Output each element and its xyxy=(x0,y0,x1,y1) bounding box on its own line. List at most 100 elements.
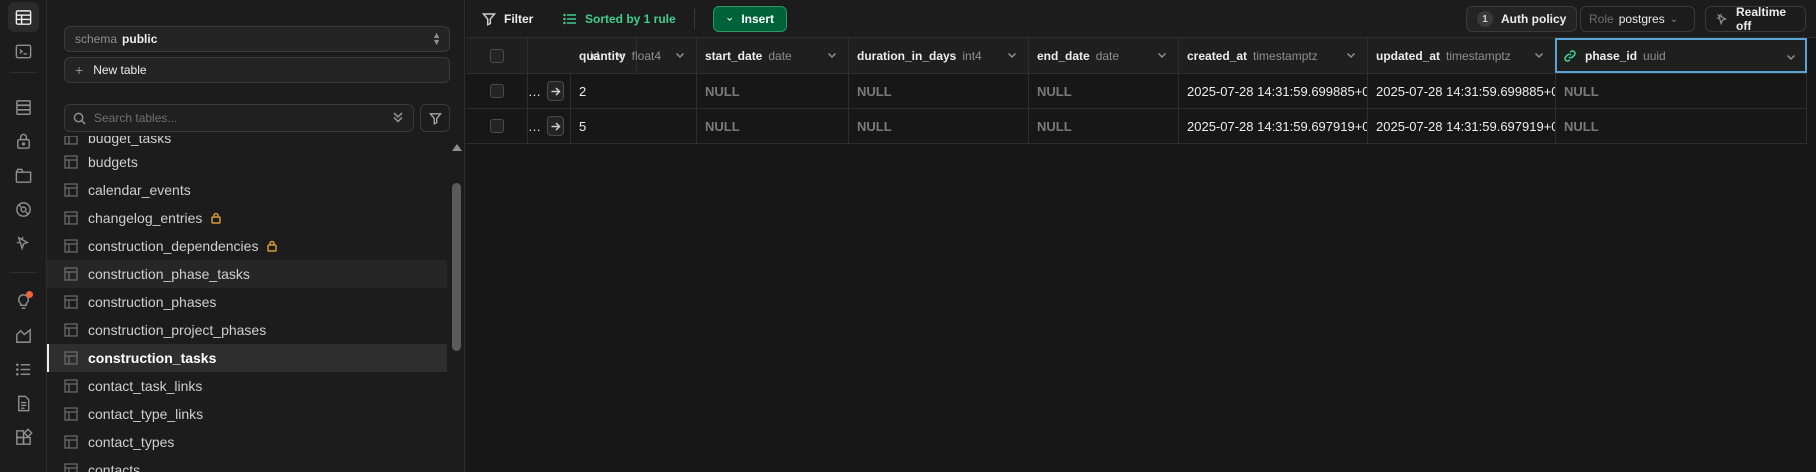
table-name: construction_phase_tasks xyxy=(88,266,250,282)
filter-button[interactable]: Filter xyxy=(474,6,541,32)
end-date-cell[interactable]: NULL xyxy=(1029,74,1179,108)
table-item-selected[interactable]: construction_tasks xyxy=(47,344,447,372)
created-at-cell[interactable]: 2025-07-28 14:31:59.699885+00 xyxy=(1179,74,1368,108)
storage-icon[interactable] xyxy=(8,160,39,190)
row-checkbox[interactable] xyxy=(489,84,504,98)
column-header-created-at[interactable]: created_at timestamptz xyxy=(1179,38,1368,73)
chevron-down-icon[interactable] xyxy=(1006,49,1018,61)
database-icon[interactable] xyxy=(8,92,39,122)
table-item[interactable]: budgets xyxy=(47,148,447,176)
new-table-label: New table xyxy=(93,63,147,77)
table-icon xyxy=(64,239,78,253)
column-type: uuid xyxy=(1643,48,1666,63)
table-name: contact_type_links xyxy=(88,406,204,422)
table-icon xyxy=(64,351,78,365)
column-type: timestamptz xyxy=(1253,48,1318,63)
duration-cell[interactable]: NULL xyxy=(849,74,1029,108)
collapse-chevrons-icon[interactable] xyxy=(391,110,407,126)
column-type: int4 xyxy=(962,48,982,63)
table-item[interactable]: contact_type_links xyxy=(47,400,447,428)
chevron-down-icon[interactable] xyxy=(826,49,838,61)
duration-cell[interactable]: NULL xyxy=(849,109,1029,143)
role-selector[interactable]: Role postgres ⌄ xyxy=(1580,6,1695,32)
auth-policy-button[interactable]: 1 Auth policy xyxy=(1466,6,1578,32)
table-name: changelog_entries xyxy=(88,210,203,226)
table-name: construction_tasks xyxy=(88,350,217,366)
table-item[interactable]: contacts xyxy=(47,456,447,472)
scroll-thumb[interactable] xyxy=(452,183,461,351)
quantity-cell[interactable]: 5 xyxy=(571,109,697,143)
realtime-icon[interactable] xyxy=(8,228,39,258)
created-at-cell[interactable]: 2025-07-28 14:31:59.697919+00 xyxy=(1179,109,1368,143)
quantity-cell[interactable]: 2 xyxy=(571,74,697,108)
start-date-cell[interactable]: NULL xyxy=(697,109,849,143)
lock-icon xyxy=(266,240,278,252)
sort-button[interactable]: Sorted by 1 rule xyxy=(555,6,684,32)
chevron-down-icon[interactable] xyxy=(1156,49,1168,61)
start-date-cell[interactable]: NULL xyxy=(697,74,849,108)
scroll-up-arrow-icon[interactable] xyxy=(452,144,462,151)
id-cell[interactable]: … xyxy=(528,74,571,108)
advisors-icon[interactable] xyxy=(8,286,39,316)
table-item[interactable]: changelog_entries xyxy=(47,204,447,232)
plus-icon: + xyxy=(75,62,84,78)
table-list: budget_tasks budgets calendar_events cha… xyxy=(47,136,447,472)
table-icon xyxy=(64,407,78,421)
updated-at-cell[interactable]: 2025-07-28 14:31:59.697919+00 xyxy=(1368,109,1556,143)
realtime-toggle-button[interactable]: Realtime off xyxy=(1705,5,1806,33)
schema-label: schema xyxy=(75,32,118,46)
column-header-duration-in-days[interactable]: duration_in_days int4 xyxy=(849,38,1029,73)
table-item[interactable]: construction_phase_tasks xyxy=(47,260,447,288)
column-header-phase-id[interactable]: phase_id uuid xyxy=(1555,38,1807,73)
table-row[interactable]: … 2 NULL NULL NULL 2025-07-28 14:31:59.6… xyxy=(466,74,1807,109)
chevron-down-icon[interactable] xyxy=(1533,49,1545,61)
logs-icon[interactable] xyxy=(8,354,39,384)
table-row[interactable]: … 5 NULL NULL NULL 2025-07-28 14:31:59.6… xyxy=(466,109,1807,144)
search-input[interactable] xyxy=(94,111,384,125)
id-cell[interactable]: … xyxy=(528,109,571,143)
reports-icon[interactable] xyxy=(8,320,39,350)
table-item[interactable]: contact_task_links xyxy=(47,372,447,400)
column-header-start-date[interactable]: start_date date xyxy=(697,38,849,73)
sidebar-scrollbar[interactable] xyxy=(449,140,463,472)
table-name: contact_task_links xyxy=(88,378,203,394)
table-item[interactable]: construction_dependencies xyxy=(47,232,447,260)
nav-rail xyxy=(0,0,47,472)
expand-row-button[interactable] xyxy=(547,116,564,136)
table-name: calendar_events xyxy=(88,182,191,198)
chevron-down-icon: ⌄ xyxy=(1669,13,1679,25)
realtime-label: Realtime off xyxy=(1736,5,1787,33)
table-item[interactable]: calendar_events xyxy=(47,176,447,204)
row-checkbox[interactable] xyxy=(489,119,504,133)
end-date-cell[interactable]: NULL xyxy=(1029,109,1179,143)
table-editor-icon[interactable] xyxy=(8,2,39,32)
api-docs-icon[interactable] xyxy=(8,388,39,418)
column-type: date xyxy=(1095,48,1120,63)
chevron-down-icon[interactable] xyxy=(1345,49,1357,61)
column-header-end-date[interactable]: end_date date xyxy=(1029,38,1179,73)
table-item[interactable]: contact_types xyxy=(47,428,447,456)
new-table-button[interactable]: + New table xyxy=(64,57,450,83)
integrations-icon[interactable] xyxy=(8,422,39,452)
toolbar-divider xyxy=(694,9,695,29)
expand-row-button[interactable] xyxy=(547,81,564,101)
schema-selector[interactable]: schema public ▲ ▼ xyxy=(64,26,450,52)
select-all-checkbox[interactable] xyxy=(489,48,504,63)
column-header-updated-at[interactable]: updated_at timestamptz xyxy=(1368,38,1556,73)
filter-schema-button[interactable] xyxy=(420,104,450,132)
phase-id-cell[interactable]: NULL xyxy=(1556,74,1807,108)
chevron-down-icon[interactable] xyxy=(674,49,686,61)
table-icon xyxy=(64,379,78,393)
phase-id-cell[interactable]: NULL xyxy=(1556,109,1807,143)
insert-button[interactable]: Insert xyxy=(713,6,787,32)
sql-editor-icon[interactable] xyxy=(8,36,39,66)
table-item[interactable]: construction_project_phases xyxy=(47,316,447,344)
table-icon xyxy=(64,295,78,309)
auth-icon[interactable] xyxy=(8,126,39,156)
column-header-quantity[interactable]: quantity float4 xyxy=(571,38,697,73)
chevron-down-icon[interactable] xyxy=(1785,51,1797,63)
edge-functions-icon[interactable] xyxy=(8,194,39,224)
table-item[interactable]: construction_phases xyxy=(47,288,447,316)
column-type: float4 xyxy=(631,48,662,63)
updated-at-cell[interactable]: 2025-07-28 14:31:59.699885+00 xyxy=(1368,74,1556,108)
